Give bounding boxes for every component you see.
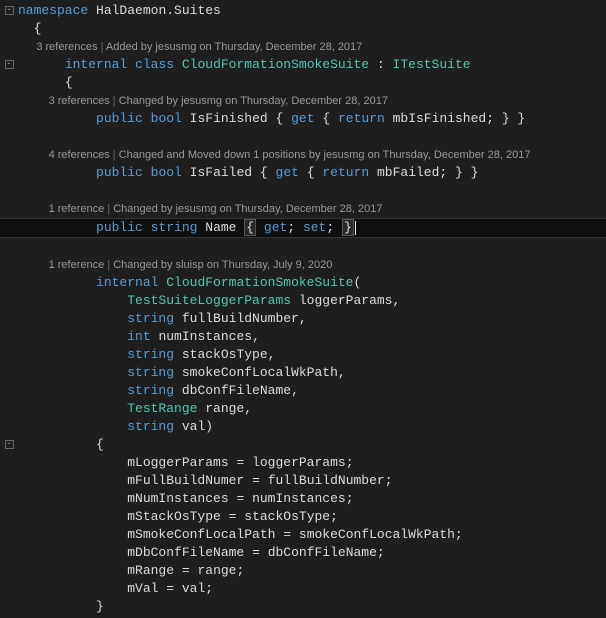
code-line[interactable]: } (0, 598, 606, 616)
codelens-line[interactable]: 1 reference | Changed by jesusmg on Thur… (0, 200, 606, 218)
code-line[interactable]: public bool IsFinished { get { return mb… (0, 110, 606, 128)
colon: : (377, 57, 385, 72)
value: fullBuildNumber (268, 473, 385, 488)
code-line[interactable]: internal CloudFormationSmokeSuite( (0, 274, 606, 292)
param-type: string (127, 383, 174, 398)
brace: } (96, 599, 104, 614)
namespace-name: HalDaemon.Suites (96, 3, 221, 18)
codelens-refs[interactable]: 4 references (49, 149, 110, 161)
blank-line[interactable] (0, 182, 606, 200)
code-line[interactable]: mDbConfFileName = dbConfFileName; (0, 544, 606, 562)
fold-icon[interactable]: - (5, 6, 14, 15)
caret-icon (355, 221, 356, 235)
keyword: namespace (18, 3, 88, 18)
field: mDbConfFileName (127, 545, 244, 560)
code-line[interactable]: mRange = range; (0, 562, 606, 580)
code-line[interactable]: - { (0, 436, 606, 454)
codelens-refs[interactable]: 3 references (49, 95, 110, 107)
code-line[interactable]: mSmokeConfLocalPath = smokeConfLocalWkPa… (0, 526, 606, 544)
codelens-line[interactable]: 3 references | Added by jesusmg on Thurs… (0, 38, 606, 56)
code-line[interactable]: mVal = val; (0, 580, 606, 598)
value: numInstances (252, 491, 346, 506)
codelens-change[interactable]: Changed by jesusmg on Thursday, December… (119, 95, 388, 107)
field: mLoggerParams (127, 455, 228, 470)
code-line[interactable]: string fullBuildNumber, (0, 310, 606, 328)
field: mSmokeConfLocalPath (127, 527, 275, 542)
param-type: string (127, 365, 174, 380)
param-type: TestSuiteLoggerParams (127, 293, 291, 308)
code-line[interactable]: { (0, 20, 606, 38)
param-type: string (127, 347, 174, 362)
param-name: loggerParams (299, 293, 393, 308)
blank-line[interactable] (0, 128, 606, 146)
code-line[interactable]: int numInstances, (0, 328, 606, 346)
fold-icon[interactable]: - (5, 60, 14, 69)
interface-name: ITestSuite (393, 57, 471, 72)
param-name: numInstances (158, 329, 252, 344)
codelens-change[interactable]: Changed by jesusmg on Thursday, December… (113, 203, 382, 215)
keyword: class (135, 57, 174, 72)
field: mRange (127, 563, 174, 578)
value: loggerParams (252, 455, 346, 470)
codelens-change[interactable]: Changed by sluisp on Thursday, July 9, 2… (113, 259, 332, 271)
value: smokeConfLocalWkPath (299, 527, 455, 542)
code-line-active[interactable]: public string Name { get; set; } (0, 218, 606, 238)
param-type: string (127, 311, 174, 326)
param-name: smokeConfLocalWkPath (182, 365, 338, 380)
codelens-refs[interactable]: 3 references (36, 41, 97, 53)
fold-icon[interactable]: - (5, 440, 14, 449)
value: stackOsType (244, 509, 330, 524)
param-name: range (205, 401, 244, 416)
code-line[interactable]: string smokeConfLocalWkPath, (0, 364, 606, 382)
code-line[interactable]: TestSuiteLoggerParams loggerParams, (0, 292, 606, 310)
param-type: int (127, 329, 150, 344)
code-line[interactable]: - internal class CloudFormationSmokeSuit… (0, 56, 606, 74)
codelens-line[interactable]: 3 references | Changed by jesusmg on Thu… (0, 92, 606, 110)
code-line[interactable]: string dbConfFileName, (0, 382, 606, 400)
class-name: CloudFormationSmokeSuite (182, 57, 369, 72)
param-name: dbConfFileName (182, 383, 291, 398)
keyword: internal (65, 57, 127, 72)
field: mNumInstances (127, 491, 228, 506)
code-line[interactable]: mLoggerParams = loggerParams; (0, 454, 606, 472)
param-name: stackOsType (182, 347, 268, 362)
codelens-line[interactable]: 1 reference | Changed by sluisp on Thurs… (0, 256, 606, 274)
code-line[interactable]: TestRange range, (0, 400, 606, 418)
codelens-change[interactable]: Added by jesusmg on Thursday, December 2… (106, 41, 362, 53)
field: mStackOsType (127, 509, 221, 524)
code-line[interactable]: mNumInstances = numInstances; (0, 490, 606, 508)
codelens-refs[interactable]: 1 reference (49, 259, 105, 271)
codelens-change[interactable]: Changed and Moved down 1 positions by je… (119, 149, 531, 161)
code-line[interactable]: string val) (0, 418, 606, 436)
code-line[interactable]: { (0, 74, 606, 92)
param-type: TestRange (127, 401, 197, 416)
value: range (197, 563, 236, 578)
value: val (182, 581, 205, 596)
code-line[interactable]: - namespace HalDaemon.Suites (0, 2, 606, 20)
code-editor[interactable]: - namespace HalDaemon.Suites { 3 referen… (0, 0, 606, 618)
field: mVal (127, 581, 158, 596)
brace: { (65, 75, 73, 90)
brace: { (96, 437, 104, 452)
code-line[interactable]: string stackOsType, (0, 346, 606, 364)
param-type: string (127, 419, 174, 434)
code-line[interactable]: mFullBuildNumer = fullBuildNumber; (0, 472, 606, 490)
field: mFullBuildNumer (127, 473, 244, 488)
codelens-line[interactable]: 4 references | Changed and Moved down 1 … (0, 146, 606, 164)
brace: { (34, 21, 42, 36)
codelens-refs[interactable]: 1 reference (49, 203, 105, 215)
code-line[interactable]: mStackOsType = stackOsType; (0, 508, 606, 526)
code-line[interactable]: public bool IsFailed { get { return mbFa… (0, 164, 606, 182)
param-name: fullBuildNumber (182, 311, 299, 326)
value: dbConfFileName (268, 545, 377, 560)
blank-line[interactable] (0, 238, 606, 256)
param-name: val (182, 419, 205, 434)
